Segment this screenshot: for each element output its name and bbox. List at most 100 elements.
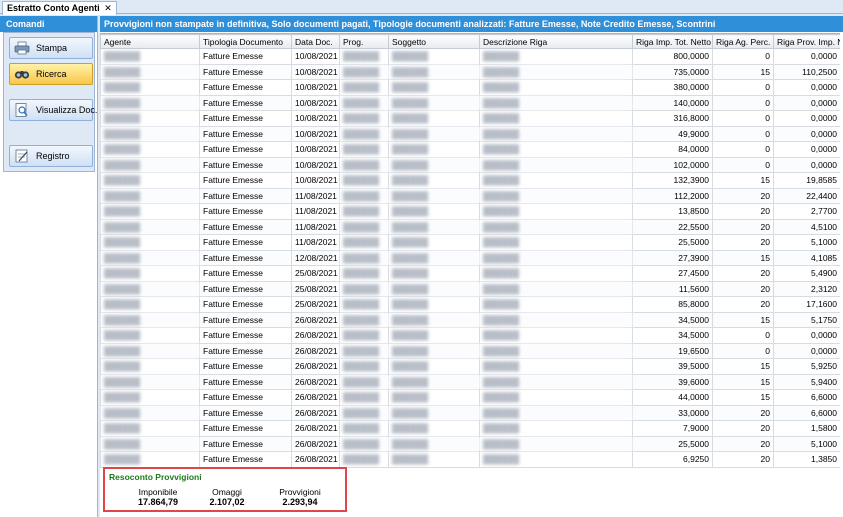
table-cell: 20 [712, 296, 774, 313]
table-row[interactable]: ██████ Fatture Emesse 25/08/2021 ██████ ████… [100, 296, 840, 313]
table-cell: Fatture Emesse [199, 48, 292, 65]
search-button[interactable]: Ricerca [9, 63, 93, 85]
column-header[interactable]: Tipologia Documento [199, 34, 292, 49]
table-row[interactable]: ██████ Fatture Emesse 26/08/2021 ██████ ████… [100, 404, 840, 421]
table-cell: 26/08/2021 [291, 451, 340, 468]
redacted-cell: ██████ [388, 79, 480, 96]
redacted-cell: ██████ [388, 327, 480, 344]
table-cell: 0,0000 [773, 327, 840, 344]
table-cell: 26/08/2021 [291, 373, 340, 390]
table-row[interactable]: ██████ Fatture Emesse 10/08/2021 ██████ ████… [100, 172, 840, 189]
table-cell: Fatture Emesse [199, 203, 292, 220]
tab-estratto-conto-agenti[interactable]: Estratto Conto Agenti ✕ [2, 1, 117, 15]
commands-sidebar: Comandi Stampa Ricerca Visualizza Doc. R… [0, 16, 98, 517]
table-cell: 0,0000 [773, 141, 840, 158]
redacted-cell: ██████ [100, 48, 200, 65]
table-cell: 20 [712, 265, 774, 282]
table-cell: 12/08/2021 [291, 249, 340, 266]
table-row[interactable]: ██████ Fatture Emesse 25/08/2021 ██████ ████… [100, 280, 840, 297]
table-row[interactable]: ██████ Fatture Emesse 26/08/2021 ██████ ████… [100, 327, 840, 344]
redacted-cell: ██████ [100, 296, 200, 313]
redacted-cell: ██████ [339, 249, 389, 266]
table-cell: 39,5000 [632, 358, 713, 375]
commissions-grid[interactable]: Agente Tipologia Documento Data Doc. Pro… [100, 33, 840, 481]
table-row[interactable]: ██████ Fatture Emesse 10/08/2021 ██████ ████… [100, 63, 840, 80]
table-cell: 22,4400 [773, 187, 840, 204]
redacted-cell: ██████ [388, 265, 480, 282]
table-cell: Fatture Emesse [199, 141, 292, 158]
table-row[interactable]: ██████ Fatture Emesse 11/08/2021 ██████ ████… [100, 203, 840, 220]
column-header[interactable]: Prog. [339, 34, 389, 49]
table-row[interactable]: ██████ Fatture Emesse 10/08/2021 ██████ ████… [100, 48, 840, 65]
redacted-cell: ██████ [388, 249, 480, 266]
table-row[interactable]: ██████ Fatture Emesse 10/08/2021 ██████ ████… [100, 125, 840, 142]
commands-panel: Stampa Ricerca Visualizza Doc. Registro [3, 32, 97, 172]
table-cell: 15 [712, 63, 774, 80]
table-cell: 10/08/2021 [291, 110, 340, 127]
column-header[interactable]: Riga Ag. Perc. [712, 34, 774, 49]
table-row[interactable]: ██████ Fatture Emesse 26/08/2021 ██████ ████… [100, 311, 840, 328]
table-row[interactable]: ██████ Fatture Emesse 10/08/2021 ██████ ████… [100, 79, 840, 96]
redacted-cell: ██████ [339, 48, 389, 65]
column-header[interactable]: Riga Prov. Imp. Netto [773, 34, 840, 49]
table-cell: 316,8000 [632, 110, 713, 127]
column-header[interactable]: Soggetto [388, 34, 480, 49]
table-cell: 0 [712, 342, 774, 359]
view-document-button[interactable]: Visualizza Doc. [9, 99, 97, 121]
redacted-cell: ██████ [388, 280, 480, 297]
redacted-cell: ██████ [479, 311, 633, 328]
table-cell: 0,0000 [773, 79, 840, 96]
table-cell: 0,0000 [773, 48, 840, 65]
table-cell: 20 [712, 451, 774, 468]
summary-title: Resoconto Provvigioni [109, 472, 202, 482]
table-row[interactable]: ██████ Fatture Emesse 10/08/2021 ██████ ████… [100, 110, 840, 127]
column-header[interactable]: Riga Imp. Tot. Netto [632, 34, 713, 49]
summary-commissions: Provvigioni 2.293,94 [265, 487, 335, 507]
redacted-cell: ██████ [388, 311, 480, 328]
table-row[interactable]: ██████ Fatture Emesse 11/08/2021 ██████ ████… [100, 187, 840, 204]
close-icon[interactable]: ✕ [104, 3, 112, 13]
table-row[interactable]: ██████ Fatture Emesse 26/08/2021 ██████ ████… [100, 420, 840, 437]
table-cell: 110,2500 [773, 63, 840, 80]
table-row[interactable]: ██████ Fatture Emesse 26/08/2021 ██████ ████… [100, 358, 840, 375]
table-cell: 19,8585 [773, 172, 840, 189]
table-row[interactable]: ██████ Fatture Emesse 26/08/2021 ██████ ████… [100, 435, 840, 452]
table-cell: 11/08/2021 [291, 234, 340, 251]
table-row[interactable]: ██████ Fatture Emesse 11/08/2021 ██████ ████… [100, 218, 840, 235]
table-cell: 20 [712, 420, 774, 437]
print-button[interactable]: Stampa [9, 37, 93, 59]
commissions-table: Agente Tipologia Documento Data Doc. Pro… [100, 34, 840, 468]
table-cell: 0 [712, 125, 774, 142]
table-row[interactable]: ██████ Fatture Emesse 11/08/2021 ██████ ████… [100, 234, 840, 251]
table-cell: Fatture Emesse [199, 63, 292, 80]
register-button[interactable]: Registro [9, 145, 93, 167]
table-row[interactable]: ██████ Fatture Emesse 26/08/2021 ██████ ████… [100, 342, 840, 359]
redacted-cell: ██████ [100, 435, 200, 452]
table-cell: Fatture Emesse [199, 358, 292, 375]
summary-taxable-value: 17.864,79 [137, 497, 179, 507]
redacted-cell: ██████ [100, 327, 200, 344]
table-row[interactable]: ██████ Fatture Emesse 10/08/2021 ██████ ████… [100, 156, 840, 173]
redacted-cell: ██████ [388, 156, 480, 173]
table-row[interactable]: ██████ Fatture Emesse 12/08/2021 ██████ ████… [100, 249, 840, 266]
table-row[interactable]: ██████ Fatture Emesse 26/08/2021 ██████ ████… [100, 389, 840, 406]
column-header[interactable]: Agente [100, 34, 200, 49]
table-row[interactable]: ██████ Fatture Emesse 10/08/2021 ██████ ████… [100, 94, 840, 111]
table-row[interactable]: ██████ Fatture Emesse 26/08/2021 ██████ ████… [100, 451, 840, 468]
redacted-cell: ██████ [479, 404, 633, 421]
table-row[interactable]: ██████ Fatture Emesse 10/08/2021 ██████ ████… [100, 141, 840, 158]
table-cell: 0,0000 [773, 342, 840, 359]
column-header[interactable]: Descrizione Riga [479, 34, 633, 49]
table-cell: 11/08/2021 [291, 203, 340, 220]
table-cell: 2,3120 [773, 280, 840, 297]
table-cell: 0,0000 [773, 94, 840, 111]
table-cell: 20 [712, 280, 774, 297]
table-cell: 22,5500 [632, 218, 713, 235]
table-cell: 800,0000 [632, 48, 713, 65]
table-row[interactable]: ██████ Fatture Emesse 25/08/2021 ██████ ████… [100, 265, 840, 282]
table-row[interactable]: ██████ Fatture Emesse 26/08/2021 ██████ ████… [100, 373, 840, 390]
column-header[interactable]: Data Doc. [291, 34, 340, 49]
table-cell: 10/08/2021 [291, 172, 340, 189]
table-cell: 1,5800 [773, 420, 840, 437]
table-cell: 26/08/2021 [291, 404, 340, 421]
